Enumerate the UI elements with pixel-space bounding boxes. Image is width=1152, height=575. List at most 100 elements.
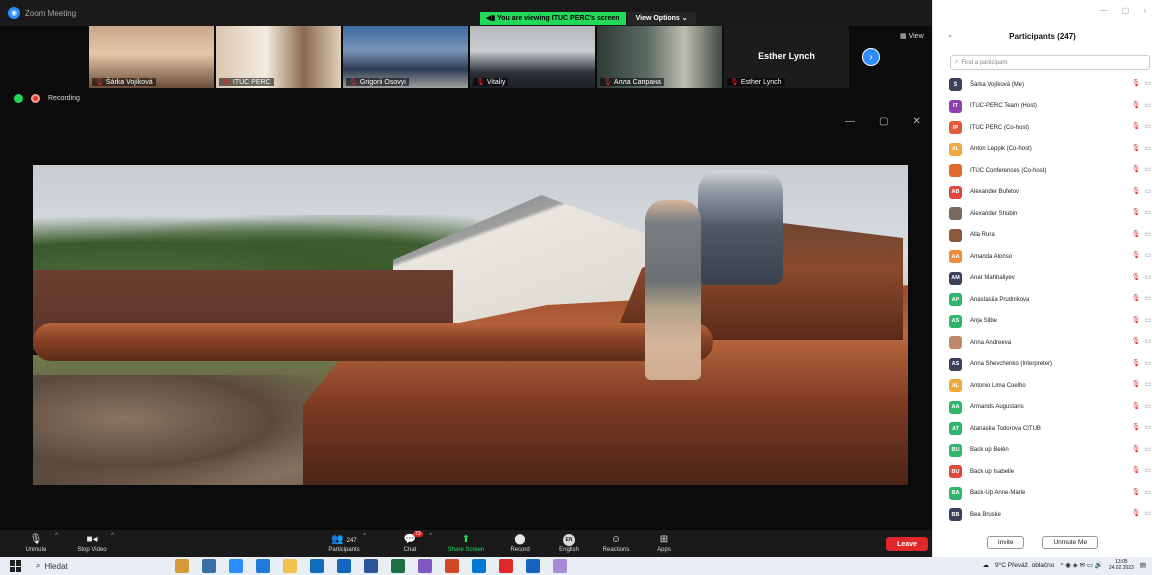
stop-video-button[interactable]: ■◂ Stop Video ^ [62,530,122,557]
participant-name: Alexander Shubin [970,210,1018,217]
muted-mic-icon: 🎙 [1131,402,1141,410]
video-tile[interactable]: Esther Lynch 🎙 Esther Lynch [724,26,849,88]
notification-icon[interactable]: ▤ [1140,561,1146,569]
participant-row[interactable]: BA Back-Up Anne-Marie 🎙 ▭ [947,483,1152,505]
muted-mic-icon: 🎙 [1131,80,1141,87]
video-camera-icon: ■◂ [86,534,98,545]
participant-row[interactable]: AL Antonio Lima Coelho 🎙 ▭ [947,375,1152,397]
task-view-icon[interactable] [202,559,216,573]
next-page-button[interactable]: › [862,48,880,66]
share-screen-label: Share Screen [447,547,485,553]
weather-text[interactable]: 9°C Převáž. oblačno [995,562,1054,569]
participant-row[interactable]: AT Atanaska Todorova CITUB 🎙 ▭ [947,418,1152,440]
acrobat-icon[interactable] [499,559,513,573]
participant-row[interactable]: BU Back up Isabelle 🎙 ▭ [947,461,1152,483]
participants-panel: — ▢ › ⌄ Participants (247) ⌕ Find a part… [932,0,1152,557]
apps-button[interactable]: ⊞ Apps [634,530,694,557]
search-icon: ⌕ [955,59,959,65]
mail-icon[interactable] [337,559,351,573]
participant-row[interactable]: BU Back up Belén 🎙 ▭ [947,440,1152,462]
participant-name: Алла Сапрана [613,78,661,86]
teams-icon[interactable] [526,559,540,573]
muted-mic-icon: 🎙 [1131,424,1141,431]
edge-icon[interactable] [256,559,270,573]
video-tile[interactable]: 🎙 Grigorii Osovyi [343,26,468,88]
caret-up-icon[interactable]: ^ [55,533,58,539]
participant-row[interactable]: AS Anna Shevchenko (Interpreter) 🎙 ▭ [947,354,1152,376]
outlook-icon[interactable] [472,559,486,573]
taskbar-search[interactable]: ⌕ Hledat [36,561,68,571]
video-tile[interactable]: 🎙 Šárka Vojíková [89,26,214,88]
widget-icon[interactable] [175,559,189,573]
tray-icons[interactable]: ^ ◉ ◈ ✉ ▭ 🔊 [1060,561,1102,569]
participant-name: Anton Leppik (Co-host) [970,146,1032,153]
participant-name: Alexander Bufetov [970,189,1020,196]
chat-button[interactable]: 💬 73 Chat ^ [380,530,440,557]
participant-row[interactable]: AP Anastasiia Prudnikova 🎙 ▭ [947,289,1152,311]
video-tile[interactable]: 🎙 Vitaliy [470,26,595,88]
clock[interactable]: 13:05 24.02.2023 [1109,559,1134,571]
participant-name: Bea Bruske [970,511,1002,518]
leave-button[interactable]: Leave [886,537,928,551]
close-icon[interactable]: ✕ [912,116,920,127]
video-off-icon: ▭ [1144,445,1151,453]
participant-row[interactable]: AL Anton Leppik (Co-host) 🎙 ▭ [947,139,1152,161]
participant-row[interactable]: AS Anja Silbe 🎙 ▭ [947,311,1152,333]
video-tile[interactable]: 🎙 Алла Сапрана [597,26,722,88]
participant-row[interactable]: Alla Rura 🎙 ▭ [947,225,1152,247]
video-tile[interactable]: 🎙 ITUC PERC [216,26,341,88]
participant-status-icons: 🎙 ▭ [1131,144,1151,152]
powerpoint-icon[interactable] [445,559,459,573]
share-screen-button[interactable]: ⬆ Share Screen [436,530,496,557]
participant-row[interactable]: Alexander Shubin 🎙 ▭ [947,203,1152,225]
store-icon[interactable] [310,559,324,573]
file-explorer-icon[interactable] [283,559,297,573]
unmute-button[interactable]: 🎙 Unmute ^ [6,530,66,557]
participant-row[interactable]: AA Armands Augustans 🎙 ▭ [947,397,1152,419]
onenote-icon[interactable] [418,559,432,573]
windows-start-icon[interactable] [10,560,24,572]
participant-search-input[interactable]: ⌕ Find a participant [950,55,1150,70]
participant-row[interactable]: IP ITUC PERC (Co-host) 🎙 ▭ [947,117,1152,139]
date: 24.02.2023 [1108,565,1134,571]
invite-button[interactable]: Invite [986,536,1025,549]
participant-name: ITUC Conferences (Co-host) [970,167,1047,174]
caret-up-icon[interactable]: ^ [363,533,366,539]
word-icon[interactable] [364,559,378,573]
restore-icon[interactable]: ▢ [879,116,888,127]
caret-up-icon[interactable]: ^ [429,533,432,539]
view-options-button[interactable]: View Options ⌄ [627,12,696,25]
participant-row[interactable]: Š Šárka Vojíková (Me) 🎙 ▭ [947,74,1152,96]
minimize-icon[interactable]: — [1100,6,1108,15]
participant-row[interactable]: AA Amanda Alonso 🎙 ▭ [947,246,1152,268]
photos-icon[interactable] [553,559,567,573]
close-icon[interactable]: › [1143,6,1146,15]
participant-row[interactable]: AB Alexander Bufetov 🎙 ▭ [947,182,1152,204]
participant-row[interactable]: BB Bea Bruske 🎙 ▭ [947,504,1152,526]
search-placeholder: Find a participant [961,59,1008,66]
participant-row[interactable]: IT ITUC-PERC Team (Host) 🎙 ▭ [947,96,1152,118]
excel-icon[interactable] [391,559,405,573]
minimize-icon[interactable]: — [845,116,855,127]
maximize-icon[interactable]: ▢ [1122,6,1130,15]
muted-mic-icon: 🎙 [730,79,739,86]
taskbar-apps [175,559,567,573]
avatar: Š [949,78,962,92]
muted-mic-icon: 🎙 [1131,252,1141,259]
view-button[interactable]: ▦ View [900,32,924,40]
avatar: AA [949,250,962,264]
security-shield-icon[interactable] [14,94,23,103]
caret-up-icon[interactable]: ^ [111,533,114,539]
participant-row[interactable]: AM Anar Mahbaliyev 🎙 ▭ [947,268,1152,290]
zoom-taskbar-icon[interactable] [229,559,243,573]
search-icon: ⌕ [36,561,41,570]
participants-label: Participants [328,547,360,553]
participant-row[interactable]: ITUC Conferences (Co-host) 🎙 ▭ [947,160,1152,182]
participant-row[interactable]: Anna Andreeva 🎙 ▭ [947,332,1152,354]
participant-name: Anja Silbe [970,318,998,325]
participants-button[interactable]: 👥 247 Participants ^ [314,530,374,557]
avatar: BB [949,508,962,522]
video-off-icon: ▭ [1144,101,1151,109]
avatar: IP [949,121,962,135]
unmute-me-button[interactable]: Unmute Me [1042,536,1099,549]
